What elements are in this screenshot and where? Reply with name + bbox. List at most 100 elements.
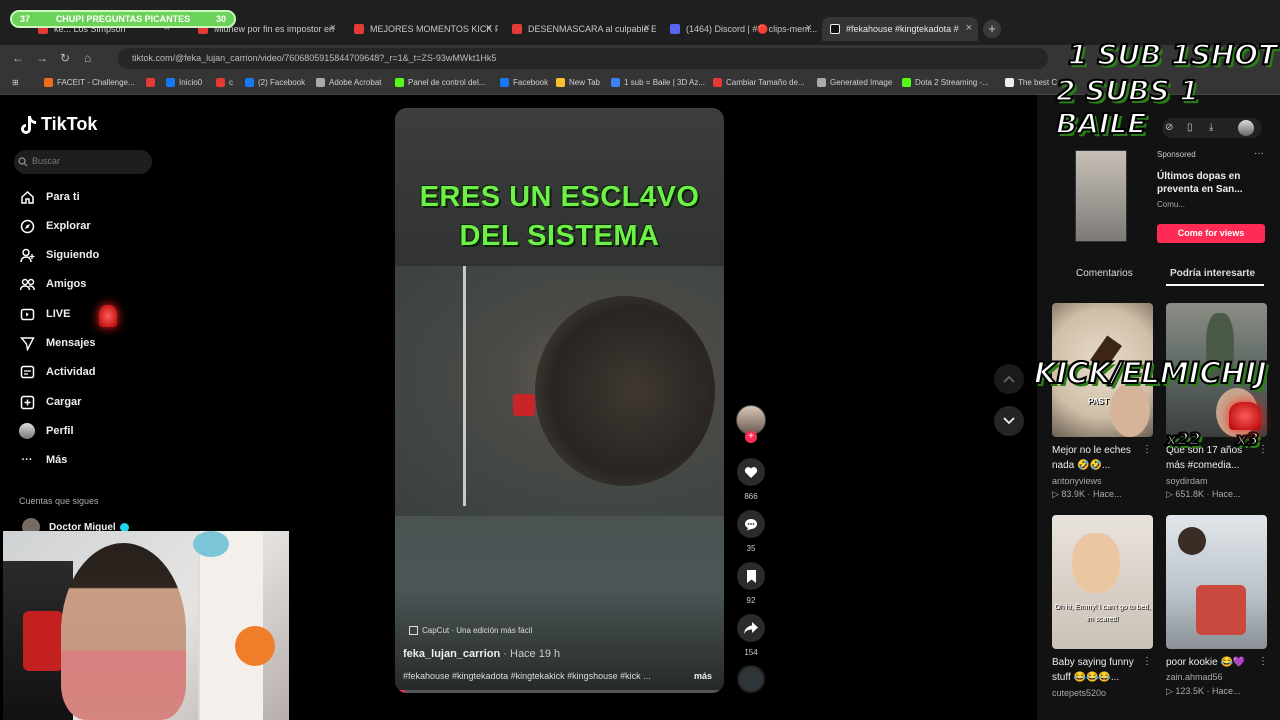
- nav-mas[interactable]: ··· Más: [19, 452, 68, 468]
- thumbnail-text: PAST: [1088, 397, 1109, 406]
- url-field[interactable]: tiktok.com/@feka_lujan_carrion/video/760…: [118, 48, 1048, 69]
- forward-icon[interactable]: →: [36, 51, 48, 65]
- bookmark[interactable]: Facebook: [500, 78, 548, 87]
- bookmark[interactable]: Adobe Acrobat: [316, 78, 381, 87]
- browser-tab[interactable]: DESENMASCARA al culpable El... ×: [504, 17, 656, 41]
- nav-actividad[interactable]: Actividad: [19, 364, 96, 380]
- card-stats: ▷ 83.9K · Hace...: [1052, 489, 1122, 499]
- send-icon: [19, 335, 35, 351]
- bookmark[interactable]: FACEIT - Challenge...: [44, 78, 135, 87]
- bookmark[interactable]: Dota 2 Streaming -...: [902, 78, 989, 87]
- browser-tab[interactable]: MEJORES MOMENTOS KICK PE...×: [346, 17, 498, 41]
- compass-icon: [19, 218, 35, 234]
- card-title[interactable]: poor kookie 😂💜: [1166, 655, 1258, 670]
- bookmark[interactable]: Inicio0: [166, 78, 202, 87]
- bookmark[interactable]: New Tab: [556, 78, 600, 87]
- friends-icon: [19, 276, 35, 292]
- more-dots-icon[interactable]: ⋮: [1258, 656, 1268, 667]
- close-tab-icon[interactable]: ×: [966, 22, 972, 34]
- close-tab-icon[interactable]: ×: [806, 22, 812, 34]
- back-icon[interactable]: ←: [12, 51, 24, 65]
- overlay-multiplier-text: x3: [1235, 429, 1260, 451]
- capcut-icon: [409, 626, 418, 635]
- card-user[interactable]: zain.ahmad56: [1166, 672, 1223, 682]
- card-user[interactable]: antonyviews: [1052, 476, 1102, 486]
- card-user[interactable]: cutepets520o: [1052, 688, 1106, 698]
- bookmark[interactable]: The best C: [1005, 78, 1057, 87]
- reload-icon[interactable]: ↻: [60, 51, 70, 65]
- nav-amigos[interactable]: Amigos: [19, 276, 86, 292]
- bookmark[interactable]: 1 sub = Baile | 3D Az...: [611, 78, 705, 87]
- card-title[interactable]: Baby saying funny stuff 😂😂😂...: [1052, 655, 1144, 685]
- bookmark[interactable]: [146, 78, 159, 87]
- more-dots-icon[interactable]: ⋮: [1258, 444, 1268, 455]
- video-progress-bar[interactable]: [395, 690, 724, 693]
- more-link[interactable]: más: [694, 671, 712, 681]
- nav-cargar[interactable]: Cargar: [19, 394, 81, 410]
- tab-comentarios[interactable]: Comentarios: [1076, 268, 1133, 279]
- save-count: 92: [746, 596, 756, 605]
- sponsored-thumbnail[interactable]: [1075, 150, 1127, 242]
- previous-video-button[interactable]: [994, 364, 1024, 394]
- sponsored-cta-button[interactable]: Come for views: [1157, 224, 1265, 243]
- share-count: 154: [744, 648, 758, 657]
- search-input[interactable]: Buscar: [14, 150, 152, 174]
- apps-icon[interactable]: ⊞: [12, 78, 19, 87]
- avatar: [19, 423, 35, 439]
- nav-perfil[interactable]: Perfil: [19, 423, 74, 439]
- card-stats: ▷ 123.5K · Hace...: [1166, 686, 1241, 696]
- browser-tab-active[interactable]: #fekahouse #kingtekadota # ×: [822, 17, 978, 41]
- video-hashtags[interactable]: #fekahouse #kingtekadota #kingtekakick #…: [403, 671, 651, 681]
- tiktok-logo[interactable]: TikTok: [19, 114, 97, 135]
- like-button[interactable]: 866: [737, 458, 765, 501]
- close-tab-icon[interactable]: ×: [330, 22, 336, 34]
- card-title[interactable]: Mejor no le eches nada 🤣🤣...: [1052, 443, 1144, 473]
- follow-plus-icon[interactable]: +: [745, 431, 757, 443]
- browser-tab[interactable]: (1464) Discord | #🔴clips-mem... ×: [662, 17, 818, 41]
- tab-podria-interesarte[interactable]: Podría interesarte: [1170, 268, 1255, 279]
- save-button[interactable]: 92: [737, 562, 765, 605]
- active-tab-indicator: [1166, 284, 1264, 286]
- nav-mensajes[interactable]: Mensajes: [19, 335, 96, 351]
- sponsored-title[interactable]: Últimos dopas en preventa en San...: [1157, 170, 1253, 196]
- new-tab-button[interactable]: +: [983, 20, 1001, 38]
- close-tab-icon[interactable]: ×: [486, 22, 492, 34]
- comment-button[interactable]: 35: [737, 510, 765, 553]
- tiktok-icon: [21, 115, 36, 134]
- music-disc-icon[interactable]: [737, 665, 765, 693]
- streamer-webcam: [3, 531, 289, 720]
- share-button[interactable]: 154: [737, 614, 765, 657]
- capcut-label[interactable]: CapCut · Una edición más fácil: [409, 626, 532, 635]
- nav-explorar[interactable]: Explorar: [19, 218, 91, 234]
- video-author[interactable]: feka_lujan_carrion · Hace 19 h: [403, 648, 560, 660]
- video-caption-overlay: ERES UN ESCL4VO DEL SISTEMA: [419, 181, 700, 252]
- progress-fill: [395, 690, 405, 693]
- video-card[interactable]: [1166, 515, 1267, 649]
- video-card[interactable]: Oh hi, Emmy! I can't go to bed, im scare…: [1052, 515, 1153, 649]
- share-icon: [744, 622, 758, 634]
- following-title: Cuentas que sigues: [19, 496, 99, 506]
- close-tab-icon[interactable]: ×: [644, 22, 650, 34]
- chupi-goal-bar: 37 CHUPI PREGUNTAS PICANTES 30: [10, 10, 236, 28]
- more-dots-icon[interactable]: ···: [1254, 148, 1264, 159]
- live-icon: [19, 306, 35, 322]
- heart-icon: [744, 466, 758, 478]
- bookmark[interactable]: c: [216, 78, 233, 87]
- nav-live[interactable]: LIVE: [19, 306, 70, 322]
- nav-para-ti[interactable]: Para ti: [19, 189, 80, 205]
- bookmark[interactable]: Generated Image: [817, 78, 892, 87]
- bookmark[interactable]: Panel de control del...: [395, 78, 485, 87]
- next-video-button[interactable]: [994, 406, 1024, 436]
- home-icon[interactable]: ⌂: [84, 51, 91, 65]
- card-user[interactable]: soydirdam: [1166, 476, 1208, 486]
- chevron-up-icon: [1003, 375, 1015, 383]
- bookmark[interactable]: Cambiar Tamaño de...: [713, 78, 805, 87]
- more-dots-icon: ···: [21, 454, 33, 466]
- more-dots-icon[interactable]: ⋮: [1142, 444, 1152, 455]
- more-dots-icon[interactable]: ⋮: [1142, 656, 1152, 667]
- bookmark[interactable]: (2) Facebook: [245, 78, 305, 87]
- thumbnail-text: Oh hi, Emmy! I can't go to bed, im scare…: [1054, 604, 1151, 623]
- nav-siguiendo[interactable]: Siguiendo: [19, 247, 99, 263]
- video-player[interactable]: ERES UN ESCL4VO DEL SISTEMA CapCut · Una …: [395, 108, 724, 693]
- sponsored-subtitle: Comu...: [1157, 200, 1186, 209]
